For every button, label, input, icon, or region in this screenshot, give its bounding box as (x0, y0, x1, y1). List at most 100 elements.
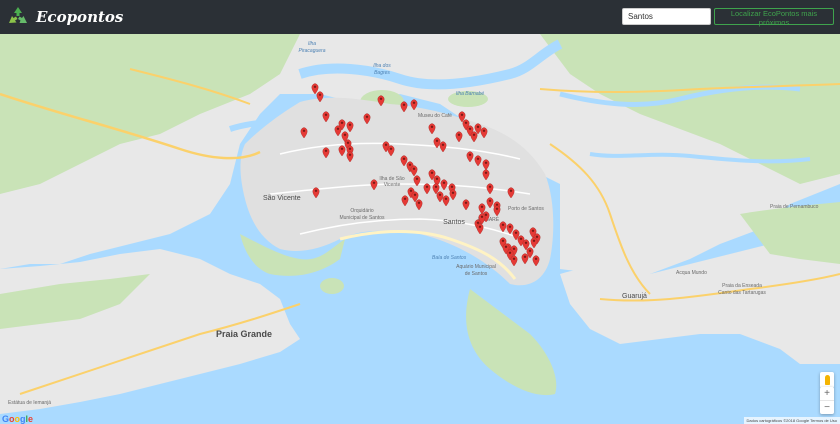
label-porto-de-santos: Porto de Santos (508, 206, 544, 212)
label-orquidario-2: Municipal de Santos (339, 215, 385, 221)
ecoponto-marker-dot (365, 115, 369, 119)
label-praia-enseada: Praia da Enseada (722, 283, 762, 289)
ecoponto-marker-dot (484, 171, 488, 174)
ecoponto-marker-dot (314, 189, 318, 192)
label-ilha-barnabe: Ilha Barnabé (456, 91, 485, 97)
label-ilha-dos-bagres: Ilha dos (373, 63, 391, 69)
ecoponto-marker-dot (501, 223, 505, 226)
ecoponto-marker-dot (438, 193, 442, 196)
ecoponto-marker-dot (484, 161, 488, 164)
label-aquario: Aquário Municipal (456, 264, 496, 270)
ecoponto-marker-dot (531, 229, 535, 232)
ecoponto-marker-dot (348, 147, 352, 150)
ecoponto-marker-dot (402, 157, 406, 160)
ecoponto-marker-dot (413, 193, 417, 196)
ecoponto-marker-dot (508, 225, 512, 228)
navbar: Ecopontos Localizar EcoPontos mais próxi… (0, 0, 840, 34)
pegman-icon[interactable] (820, 372, 834, 388)
map-canvas[interactable]: Ilha Piracaguera Ilha dos Bagres Ilha Ba… (0, 34, 840, 424)
ecoponto-marker-dot (389, 147, 393, 150)
ecoponto-marker-dot (523, 255, 527, 258)
ecoponto-marker-dot (482, 129, 486, 132)
ecoponto-marker-dot (430, 171, 434, 174)
ecoponto-marker-dot (313, 85, 317, 88)
ecoponto-marker-dot (318, 93, 322, 96)
ecoponto-marker-dot (340, 121, 344, 125)
label-aquario-2: de Santos (465, 271, 488, 277)
ecoponto-marker-dot (501, 239, 505, 242)
ecoponto-marker-dot (302, 129, 306, 132)
ecoponto-marker-dot (514, 231, 518, 234)
ecoponto-marker-dot (408, 163, 412, 166)
label-praia-grande: Praia Grande (216, 329, 272, 339)
ecoponto-marker-dot (324, 149, 328, 152)
ecoponto-marker-dot (412, 101, 416, 105)
ecoponto-marker-dot (478, 225, 482, 228)
label-ilha-piracaguera-2: Piracaguera (299, 48, 326, 54)
ecoponto-marker-dot (472, 133, 476, 136)
ecoponto-marker-dot (528, 249, 532, 252)
ecoponto-marker-dot (476, 157, 480, 160)
ecoponto-marker-dot (504, 245, 508, 248)
ecoponto-marker-dot (441, 143, 445, 146)
ecoponto-marker-dot (403, 197, 407, 200)
ecoponto-marker-dot (519, 237, 523, 240)
ecoponto-marker-dot (340, 147, 344, 150)
ecoponto-marker-dot (343, 133, 347, 136)
ecoponto-marker-dot (532, 239, 536, 242)
ecoponto-marker-dot (372, 181, 376, 184)
brand[interactable]: Ecopontos (6, 5, 123, 29)
ecoponto-marker-dot (476, 221, 480, 224)
ecoponto-marker-dot (409, 189, 413, 192)
ecoponto-marker-dot (460, 113, 464, 117)
label-estatua: Estátua de Iemanjá (8, 400, 51, 406)
ecoponto-marker-dot (450, 185, 454, 188)
ecoponto-marker-dot (384, 143, 388, 146)
ecoponto-marker-dot (434, 185, 438, 188)
label-praia-enseada-2: Canto das Tartarugas (718, 290, 766, 296)
label-acqua-mundo: Acqua Mundo (676, 270, 707, 276)
ecoponto-marker-dot (484, 213, 488, 216)
ecoponto-marker-dot (457, 133, 461, 136)
ecoponto-marker-dot (480, 215, 484, 218)
zoom-in-button[interactable]: + (820, 387, 834, 400)
search-input[interactable] (622, 8, 711, 25)
label-praia-pernambuco: Praia de Pernambuco (770, 204, 819, 210)
recycle-icon (9, 7, 27, 23)
ecoponto-marker-dot (464, 121, 468, 125)
ecoponto-marker-dot (417, 201, 421, 204)
label-baia-santos: Baía de Santos (432, 255, 467, 261)
ecoponto-marker-dot (468, 153, 472, 156)
ecoponto-marker-dot (444, 197, 448, 200)
ecoponto-marker-dot (512, 257, 516, 260)
ecoponto-marker-dot (488, 185, 492, 188)
zoom-out-button[interactable]: − (820, 401, 834, 414)
map[interactable]: Ilha Piracaguera Ilha dos Bagres Ilha Ba… (0, 34, 840, 424)
ecoponto-marker-dot (379, 97, 383, 100)
ecoponto-marker-dot (412, 167, 416, 170)
label-ilha-piracaguera: Ilha (308, 41, 316, 47)
label-museu-do-cafe: Museu do Café (418, 113, 452, 119)
ecoponto-marker-dot (509, 189, 513, 192)
ecoponto-marker-dot (451, 191, 455, 194)
ecoponto-marker-dot (512, 247, 516, 250)
ecoponto-marker-dot (534, 257, 538, 260)
label-ilha-sao-vicente-2: Vicente (384, 182, 401, 188)
ecoponto-marker-dot (535, 235, 539, 238)
ecoponto-marker-dot (495, 207, 499, 210)
ecoponto-marker-dot (476, 125, 480, 128)
ecoponto-marker-dot (348, 153, 352, 156)
ecoponto-marker-dot (324, 113, 328, 117)
ecoponto-marker-dot (415, 177, 419, 180)
map-attribution[interactable]: Dados cartográficos ©2018 Google Termos … (743, 417, 840, 424)
ecoponto-marker-dot (346, 141, 350, 144)
ecoponto-marker-dot (508, 251, 512, 254)
ecoponto-marker-dot (464, 201, 468, 204)
ecoponto-marker-dot (348, 123, 352, 127)
ecoponto-marker-dot (480, 205, 484, 208)
ecoponto-marker-dot (488, 199, 492, 202)
locate-ecopontos-button[interactable]: Localizar EcoPontos mais próximos (714, 8, 834, 27)
ecoponto-marker-dot (336, 127, 340, 130)
brand-name: Ecopontos (36, 8, 124, 26)
zoom-control: + − (820, 387, 834, 414)
